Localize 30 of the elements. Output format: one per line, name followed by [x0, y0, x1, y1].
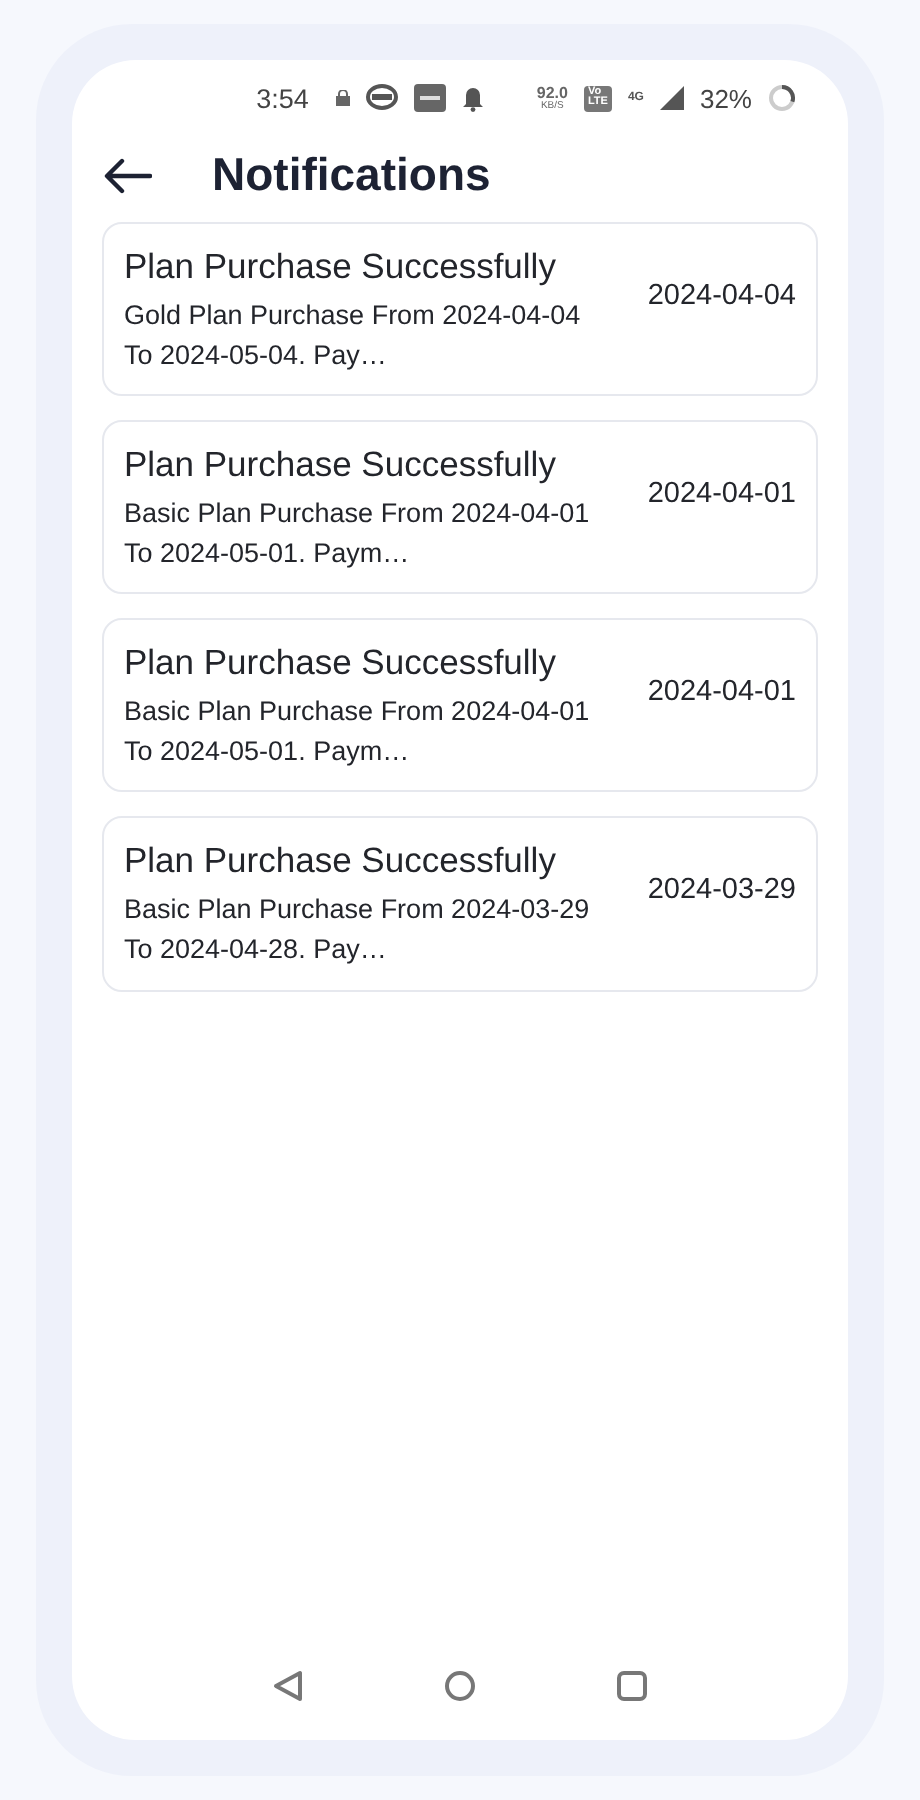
- notification-date: 2024-04-01: [647, 676, 796, 709]
- notification-message: Gold Plan Purchase From 2024-04-04 To 2024-05-04. Pay…: [124, 298, 583, 374]
- notification-date: 2024-04-04: [647, 280, 796, 313]
- notification-card[interactable]: Plan Purchase Successfully Gold Plan Purchase From 2024-04-04 To 2024-05-04. Pay… 2024-04-04: [102, 222, 818, 397]
- notification-title: Plan Purchase Successfully: [124, 642, 558, 685]
- notification-message: Basic Plan Purchase From 2024-04-01 To 2024-05-01. Paym…: [124, 496, 592, 572]
- back-nav-icon[interactable]: [272, 1670, 304, 1702]
- lock-icon: [336, 90, 351, 106]
- app-icon: [414, 84, 447, 112]
- notification-date: 2024-04-01: [647, 478, 796, 511]
- chat-icon: [366, 84, 399, 112]
- signal-icon: [659, 86, 684, 110]
- recents-nav-icon[interactable]: [616, 1670, 648, 1702]
- notification-title: Plan Purchase Successfully: [124, 444, 558, 487]
- status-time: 3:54: [256, 83, 309, 113]
- notification-message: Basic Plan Purchase From 2024-03-29 To 2024-04-28. Pay…: [124, 892, 592, 968]
- page-title: Notifications: [212, 148, 491, 202]
- notification-card[interactable]: Plan Purchase Successfully Basic Plan Purchase From 2024-03-29 To 2024-04-28. Pay… 2024-03-29: [102, 816, 818, 991]
- notification-title: Plan Purchase Successfully: [124, 246, 558, 288]
- notification-message: Basic Plan Purchase From 2024-04-01 To 2024-05-01. Paym…: [124, 694, 592, 770]
- notification-title: Plan Purchase Successfully: [124, 840, 558, 883]
- battery-level: 32%: [699, 83, 752, 113]
- bell-icon: [462, 85, 485, 111]
- back-button[interactable]: [104, 157, 152, 193]
- battery-ring-icon: [768, 84, 796, 112]
- notification-card[interactable]: Plan Purchase Successfully Basic Plan Purchase From 2024-04-01 To 2024-05-01. Paym… 2024-04-01: [102, 618, 818, 793]
- network-speed: 92.0: [536, 85, 568, 101]
- notification-card[interactable]: Plan Purchase Successfully Basic Plan Purchase From 2024-04-01 To 2024-05-01. Paym… 2024-04-01: [102, 420, 818, 595]
- notification-date: 2024-03-29: [647, 874, 796, 907]
- home-nav-icon[interactable]: [444, 1670, 476, 1702]
